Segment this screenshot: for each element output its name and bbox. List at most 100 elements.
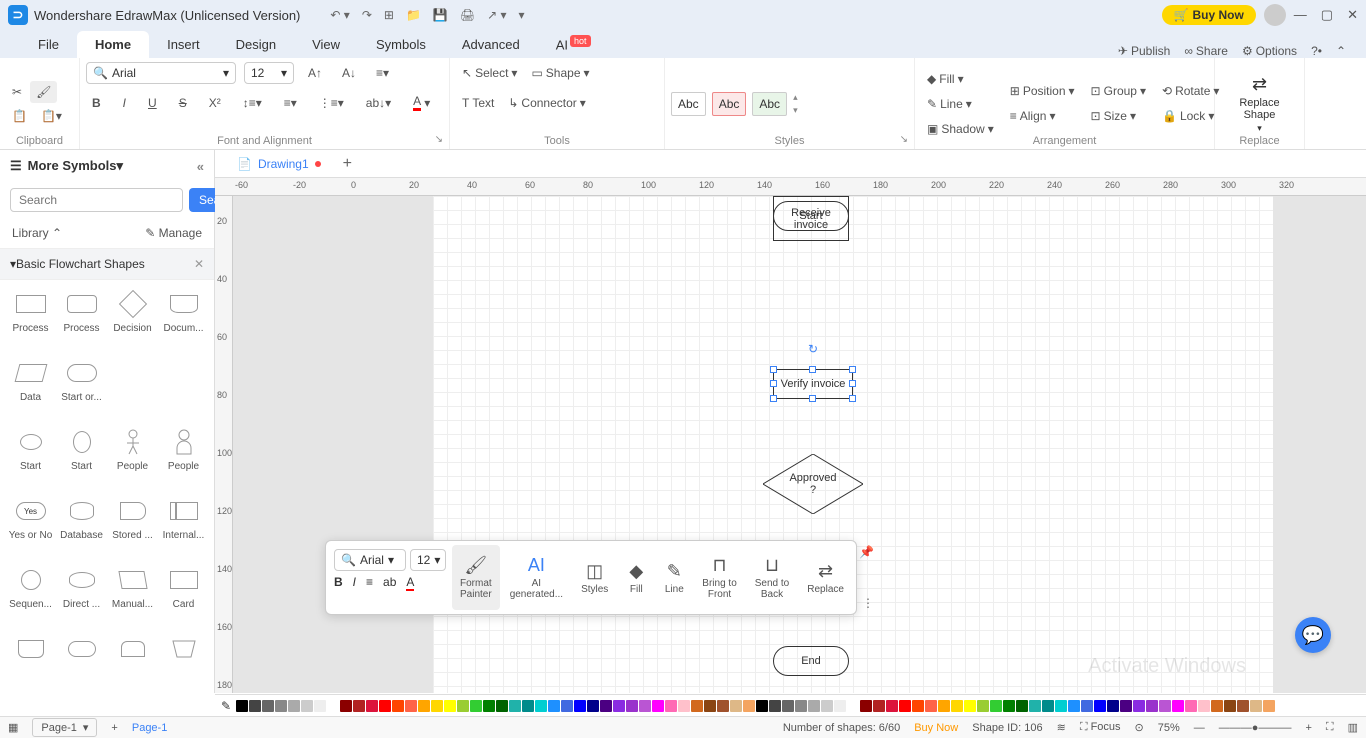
color-swatch[interactable] (1211, 700, 1223, 712)
color-swatch[interactable] (925, 700, 937, 712)
color-swatch[interactable] (717, 700, 729, 712)
float-italic-icon[interactable]: I (353, 575, 356, 589)
resize-handle[interactable] (849, 395, 856, 402)
rotate-handle-icon[interactable]: ↻ (808, 342, 818, 356)
float-line[interactable]: ✎Line (656, 545, 692, 610)
color-swatch[interactable] (743, 700, 755, 712)
replace-shape-icon[interactable]: ⇄ (1252, 74, 1267, 95)
tab-advanced[interactable]: Advanced (444, 31, 538, 58)
shape-item[interactable]: Process (59, 288, 104, 351)
text-tool[interactable]: T Text (456, 92, 500, 114)
color-swatch[interactable] (1055, 700, 1067, 712)
shape-item[interactable]: Start or... (59, 357, 104, 420)
color-swatch[interactable] (1081, 700, 1093, 712)
panel-icon[interactable]: ▥ (1348, 721, 1358, 734)
shape-tool[interactable]: ▭ Shape▾ (525, 62, 595, 84)
cut-icon[interactable]: ✂ (6, 81, 28, 103)
color-swatch[interactable] (236, 700, 248, 712)
more-icon[interactable]: ▾ (519, 8, 525, 22)
color-swatch[interactable] (1250, 700, 1262, 712)
color-swatch[interactable] (1029, 700, 1041, 712)
options-button[interactable]: ⚙ Options (1242, 44, 1297, 58)
select-tool[interactable]: ↖ Select▾ (456, 62, 523, 84)
align-icon[interactable]: ≡▾ (370, 62, 395, 84)
line-spacing-icon[interactable]: ≡▾ (278, 92, 303, 114)
color-swatch[interactable] (561, 700, 573, 712)
font-size-select[interactable]: 12 ▾ (244, 62, 294, 84)
color-swatch[interactable] (392, 700, 404, 712)
shape-item[interactable]: People (161, 426, 206, 489)
category-close-icon[interactable]: ✕ (194, 257, 204, 271)
italic-icon[interactable]: I (117, 92, 132, 114)
color-swatch[interactable] (782, 700, 794, 712)
pin-icon[interactable]: 📌 (859, 545, 874, 559)
focus-icon[interactable]: ⛶ Focus (1080, 721, 1121, 734)
shape-item[interactable]: Docum... (161, 288, 206, 351)
fit-icon[interactable]: ⊙ (1135, 721, 1144, 734)
increase-font-icon[interactable]: A↑ (302, 62, 328, 84)
color-swatch[interactable] (665, 700, 677, 712)
library-link[interactable]: Library ⌃ (12, 226, 62, 240)
shape-item[interactable]: Manual... (110, 564, 155, 627)
resize-handle[interactable] (849, 380, 856, 387)
shape-item[interactable] (59, 633, 104, 685)
color-swatch[interactable] (769, 700, 781, 712)
format-painter-icon[interactable]: 🖌 (30, 81, 57, 103)
color-swatch[interactable] (990, 700, 1002, 712)
page-tab[interactable]: Page-1 (132, 722, 167, 734)
color-swatch[interactable] (1068, 700, 1080, 712)
print-icon[interactable]: 🖨 (460, 8, 475, 22)
tab-file[interactable]: File (20, 31, 77, 58)
color-swatch[interactable] (1094, 700, 1106, 712)
color-swatch[interactable] (470, 700, 482, 712)
replace-shape-button[interactable]: Replace Shape (1239, 97, 1279, 121)
close-icon[interactable]: ✕ (1347, 7, 1358, 23)
color-swatch[interactable] (418, 700, 430, 712)
size-button[interactable]: ⊡ Size▾ (1085, 105, 1152, 127)
shape-item[interactable]: Internal... (161, 495, 206, 558)
shape-item[interactable]: People (110, 426, 155, 489)
styles-up-icon[interactable]: ▴ (793, 92, 798, 103)
tab-ai[interactable]: AIhot (538, 30, 609, 58)
color-swatch[interactable] (431, 700, 443, 712)
new-icon[interactable]: ⊞ (384, 8, 394, 22)
color-swatch[interactable] (977, 700, 989, 712)
superscript-icon[interactable]: X² (203, 92, 227, 114)
color-swatch[interactable] (444, 700, 456, 712)
color-swatch[interactable] (301, 700, 313, 712)
color-swatch[interactable] (964, 700, 976, 712)
tab-design[interactable]: Design (218, 31, 294, 58)
color-swatch[interactable] (678, 700, 690, 712)
color-swatch[interactable] (860, 700, 872, 712)
shape-item[interactable]: Database (59, 495, 104, 558)
color-swatch[interactable] (821, 700, 833, 712)
color-swatch[interactable] (405, 700, 417, 712)
float-font-select[interactable]: 🔍Arial▾ (334, 549, 406, 571)
color-swatch[interactable] (1133, 700, 1145, 712)
color-swatch[interactable] (1042, 700, 1054, 712)
color-swatch[interactable] (314, 700, 326, 712)
collapse-panel-icon[interactable]: « (197, 159, 204, 174)
shape-item[interactable] (161, 633, 206, 685)
resize-handle[interactable] (809, 366, 816, 373)
shape-item[interactable] (8, 633, 53, 685)
color-swatch[interactable] (1185, 700, 1197, 712)
style-preset-2[interactable]: Abc (712, 92, 747, 116)
color-swatch[interactable] (626, 700, 638, 712)
color-swatch[interactable] (1146, 700, 1158, 712)
color-swatch[interactable] (886, 700, 898, 712)
flowchart-verify-selected[interactable]: Verify invoice ↻ (773, 369, 853, 399)
export-icon[interactable]: ↗ ▾ (487, 8, 506, 22)
color-swatch[interactable] (587, 700, 599, 712)
color-swatch[interactable] (1198, 700, 1210, 712)
tab-symbols[interactable]: Symbols (358, 31, 444, 58)
bullets-icon[interactable]: ⋮≡▾ (313, 92, 350, 114)
float-case-icon[interactable]: ab (383, 575, 396, 589)
styles-down-icon[interactable]: ▾ (793, 105, 798, 116)
shape-item[interactable]: Direct ... (59, 564, 104, 627)
fill-button[interactable]: ◆ Fill▾ (921, 68, 1000, 90)
color-swatch[interactable] (366, 700, 378, 712)
status-buynow[interactable]: Buy Now (914, 722, 958, 734)
user-avatar[interactable] (1264, 4, 1286, 26)
color-swatch[interactable] (457, 700, 469, 712)
